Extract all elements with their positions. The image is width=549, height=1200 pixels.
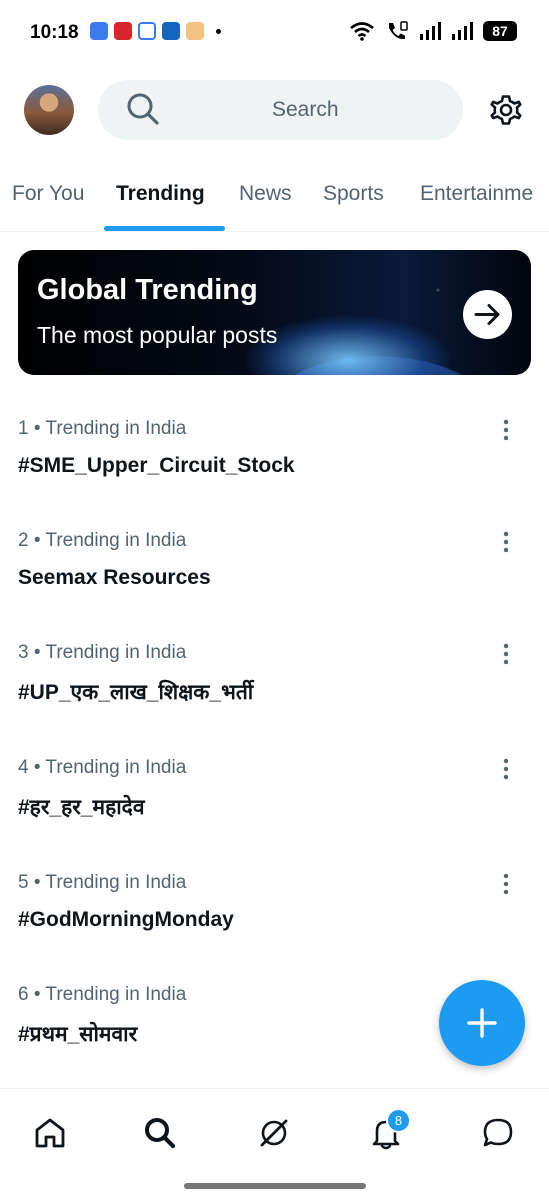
amazon-app-icon bbox=[186, 22, 204, 40]
notification-badge: 8 bbox=[386, 1108, 411, 1133]
more-options-icon[interactable] bbox=[496, 872, 516, 896]
trend-meta: 2 • Trending in India bbox=[18, 530, 187, 551]
trend-title: #प्रथम_सोमवार bbox=[18, 1023, 138, 1046]
trend-item[interactable]: 2 • Trending in India Seemax Resources bbox=[0, 530, 549, 630]
banner-subtitle: The most popular posts bbox=[37, 322, 278, 348]
active-tab-indicator bbox=[104, 226, 225, 231]
battery-icon: 87 bbox=[483, 21, 517, 41]
signal-icon-2 bbox=[452, 22, 473, 40]
gear-icon[interactable] bbox=[488, 92, 524, 128]
trend-title: #SME_Upper_Circuit_Stock bbox=[18, 454, 295, 477]
trend-meta: 6 • Trending in India bbox=[18, 984, 187, 1005]
red-app-icon bbox=[114, 22, 132, 40]
nav-home[interactable] bbox=[28, 1111, 72, 1155]
status-time: 10:18 bbox=[30, 22, 79, 43]
status-indicators: 87 bbox=[349, 20, 517, 42]
banner-title: Global Trending bbox=[37, 274, 258, 306]
explore-tabs: For You Trending News Sports Entertainme bbox=[0, 160, 549, 232]
trend-meta: 4 • Trending in India bbox=[18, 757, 187, 778]
calendar-app-icon bbox=[138, 22, 156, 40]
more-notifications-dot bbox=[216, 28, 221, 34]
tab-for-you[interactable]: For You bbox=[12, 182, 84, 206]
wifi-icon bbox=[350, 22, 374, 41]
trend-title: Seemax Resources bbox=[18, 566, 211, 589]
trend-title: #हर_हर_महादेव bbox=[18, 796, 145, 819]
nav-explore[interactable] bbox=[138, 1111, 182, 1155]
profile-avatar[interactable] bbox=[24, 85, 74, 135]
search-icon bbox=[145, 1118, 176, 1149]
trend-title: #GodMorningMonday bbox=[18, 908, 234, 931]
tab-sports[interactable]: Sports bbox=[323, 182, 384, 206]
more-options-icon[interactable] bbox=[496, 757, 516, 781]
trend-item[interactable]: 4 • Trending in India #हर_हर_महादेव bbox=[0, 757, 549, 857]
trend-item[interactable]: 1 • Trending in India #SME_Upper_Circuit… bbox=[0, 418, 549, 518]
banner-arrow-button[interactable] bbox=[463, 290, 512, 339]
signal-icon bbox=[420, 22, 441, 40]
arrow-right-icon bbox=[474, 304, 500, 325]
global-trending-banner[interactable]: Global Trending The most popular posts bbox=[18, 250, 531, 375]
blue-app-icon bbox=[162, 22, 180, 40]
trend-item[interactable]: 5 • Trending in India #GodMorningMonday bbox=[0, 872, 549, 972]
search-icon bbox=[127, 93, 159, 125]
status-bar: 10:18 87 bbox=[0, 0, 549, 62]
compose-post-button[interactable] bbox=[439, 980, 525, 1066]
grok-icon bbox=[260, 1119, 288, 1147]
nav-grok[interactable] bbox=[252, 1111, 296, 1155]
tab-trending[interactable]: Trending bbox=[116, 182, 205, 206]
wifi-call-icon bbox=[389, 21, 408, 40]
nav-messages[interactable] bbox=[476, 1111, 520, 1155]
more-options-icon[interactable] bbox=[496, 418, 516, 442]
tab-entertainment[interactable]: Entertainme bbox=[420, 182, 533, 206]
more-options-icon[interactable] bbox=[496, 642, 516, 666]
home-indicator[interactable] bbox=[184, 1183, 366, 1189]
search-placeholder: Search bbox=[272, 98, 339, 121]
trend-title: #UP_एक_लाख_शिक्षक_भर्ती bbox=[18, 681, 254, 704]
trend-meta: 1 • Trending in India bbox=[18, 418, 187, 439]
status-app-icons bbox=[90, 22, 221, 40]
trend-item[interactable]: 3 • Trending in India #UP_एक_लाख_शिक्षक_… bbox=[0, 642, 549, 742]
play-app-icon bbox=[90, 22, 108, 40]
plus-icon bbox=[467, 1008, 497, 1038]
tab-news[interactable]: News bbox=[239, 182, 292, 206]
trend-meta: 3 • Trending in India bbox=[18, 642, 187, 663]
home-icon bbox=[35, 1118, 65, 1148]
trend-meta: 5 • Trending in India bbox=[18, 872, 187, 893]
messages-icon bbox=[483, 1118, 513, 1147]
more-options-icon[interactable] bbox=[496, 530, 516, 554]
